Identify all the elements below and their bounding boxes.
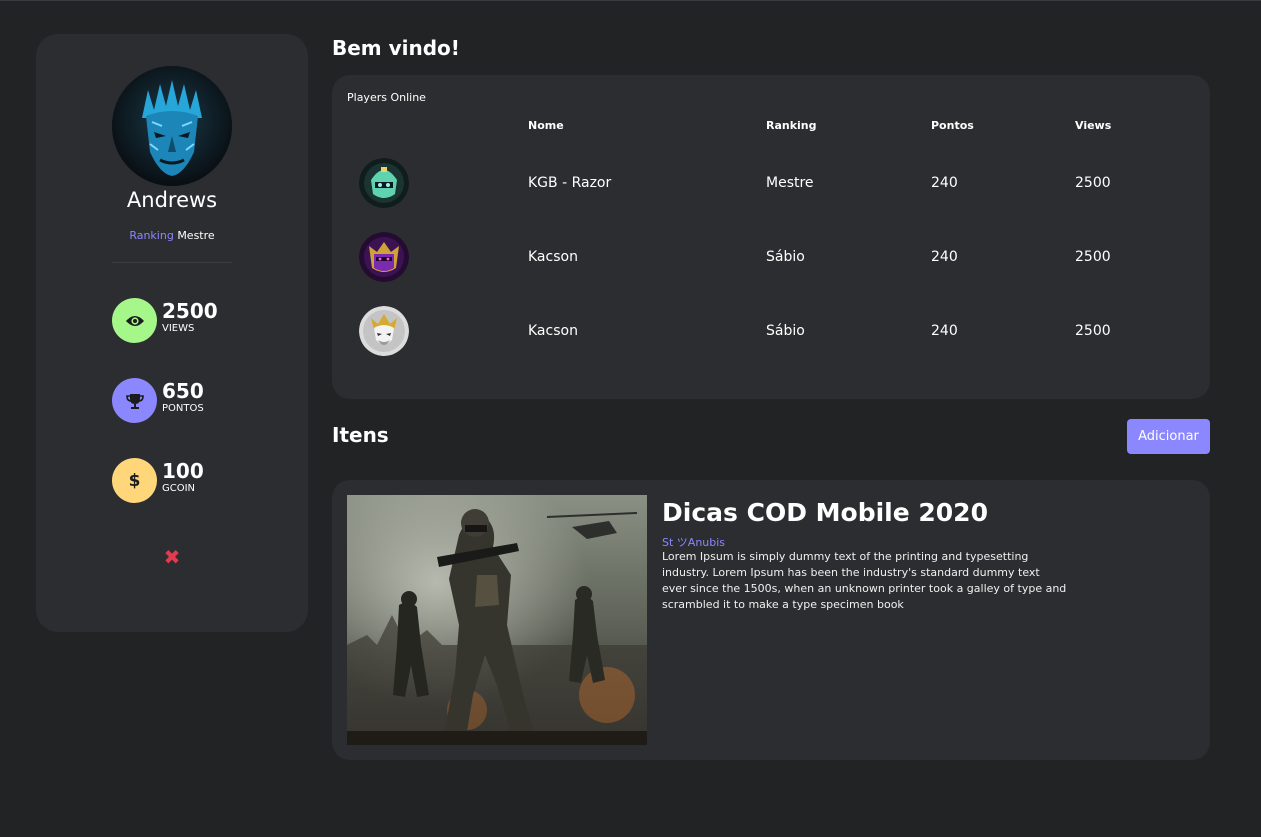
- items-section-title: Itens: [332, 423, 389, 447]
- column-header-ranking: Ranking: [766, 119, 817, 132]
- player-points: 240: [931, 249, 958, 265]
- player-name: Kacson: [528, 249, 578, 265]
- ranking-value: Mestre: [177, 229, 215, 242]
- player-avatar: [359, 232, 409, 282]
- player-views: 2500: [1075, 323, 1111, 339]
- player-ranking: Sábio: [766, 323, 805, 339]
- player-ranking: Mestre: [766, 175, 814, 191]
- stat-points-value: 650: [162, 379, 204, 403]
- players-online-title: Players Online: [347, 91, 426, 104]
- item-image: [347, 495, 647, 745]
- stat-gcoin-value: 100: [162, 459, 204, 483]
- item-card[interactable]: Dicas COD Mobile 2020 St ツAnubis Lorem I…: [332, 480, 1210, 760]
- player-views: 2500: [1075, 249, 1111, 265]
- players-online-panel: Players Online Nome Ranking Pontos Views…: [332, 75, 1210, 399]
- table-row[interactable]: Kacson Sábio 240 2500: [332, 306, 1210, 358]
- player-views: 2500: [1075, 175, 1111, 191]
- close-icon[interactable]: ✖: [163, 547, 181, 567]
- profile-card: Andrews Ranking Mestre 2500 VIEWS 650 PO…: [36, 34, 308, 632]
- item-description: Lorem Ipsum is simply dummy text of the …: [662, 550, 1067, 611]
- dollar-icon: $: [112, 458, 157, 503]
- stat-gcoin-label: GCOIN: [162, 483, 196, 494]
- stat-views-value: 2500: [162, 299, 218, 323]
- stat-views: 2500 VIEWS: [112, 298, 272, 343]
- page-title: Bem vindo!: [332, 36, 460, 60]
- table-row[interactable]: Kacson Sábio 240 2500: [332, 232, 1210, 284]
- item-author[interactable]: St ツAnubis: [662, 534, 725, 550]
- add-item-button[interactable]: Adicionar: [1127, 419, 1210, 454]
- eye-icon: [112, 298, 157, 343]
- item-title[interactable]: Dicas COD Mobile 2020: [662, 498, 988, 527]
- column-header-points: Pontos: [931, 119, 974, 132]
- player-ranking: Sábio: [766, 249, 805, 265]
- column-header-name: Nome: [528, 119, 564, 132]
- trophy-icon: [112, 378, 157, 423]
- stat-points: 650 PONTOS: [112, 378, 272, 423]
- profile-avatar: [112, 66, 232, 186]
- column-header-views: Views: [1075, 119, 1112, 132]
- stat-points-label: PONTOS: [162, 403, 204, 414]
- ranking-label: Ranking: [129, 229, 174, 242]
- stat-gcoin: $ 100 GCOIN: [112, 458, 272, 503]
- stat-views-label: VIEWS: [162, 323, 195, 334]
- profile-name: Andrews: [126, 188, 218, 212]
- profile-ranking: Ranking Mestre: [36, 229, 308, 242]
- player-points: 240: [931, 175, 958, 191]
- player-points: 240: [931, 323, 958, 339]
- player-name: Kacson: [528, 323, 578, 339]
- player-name: KGB - Razor: [528, 175, 612, 191]
- player-avatar: [359, 306, 409, 356]
- table-row[interactable]: KGB - Razor Mestre 240 2500: [332, 158, 1210, 210]
- profile-divider: [112, 262, 232, 263]
- player-avatar: [359, 158, 409, 208]
